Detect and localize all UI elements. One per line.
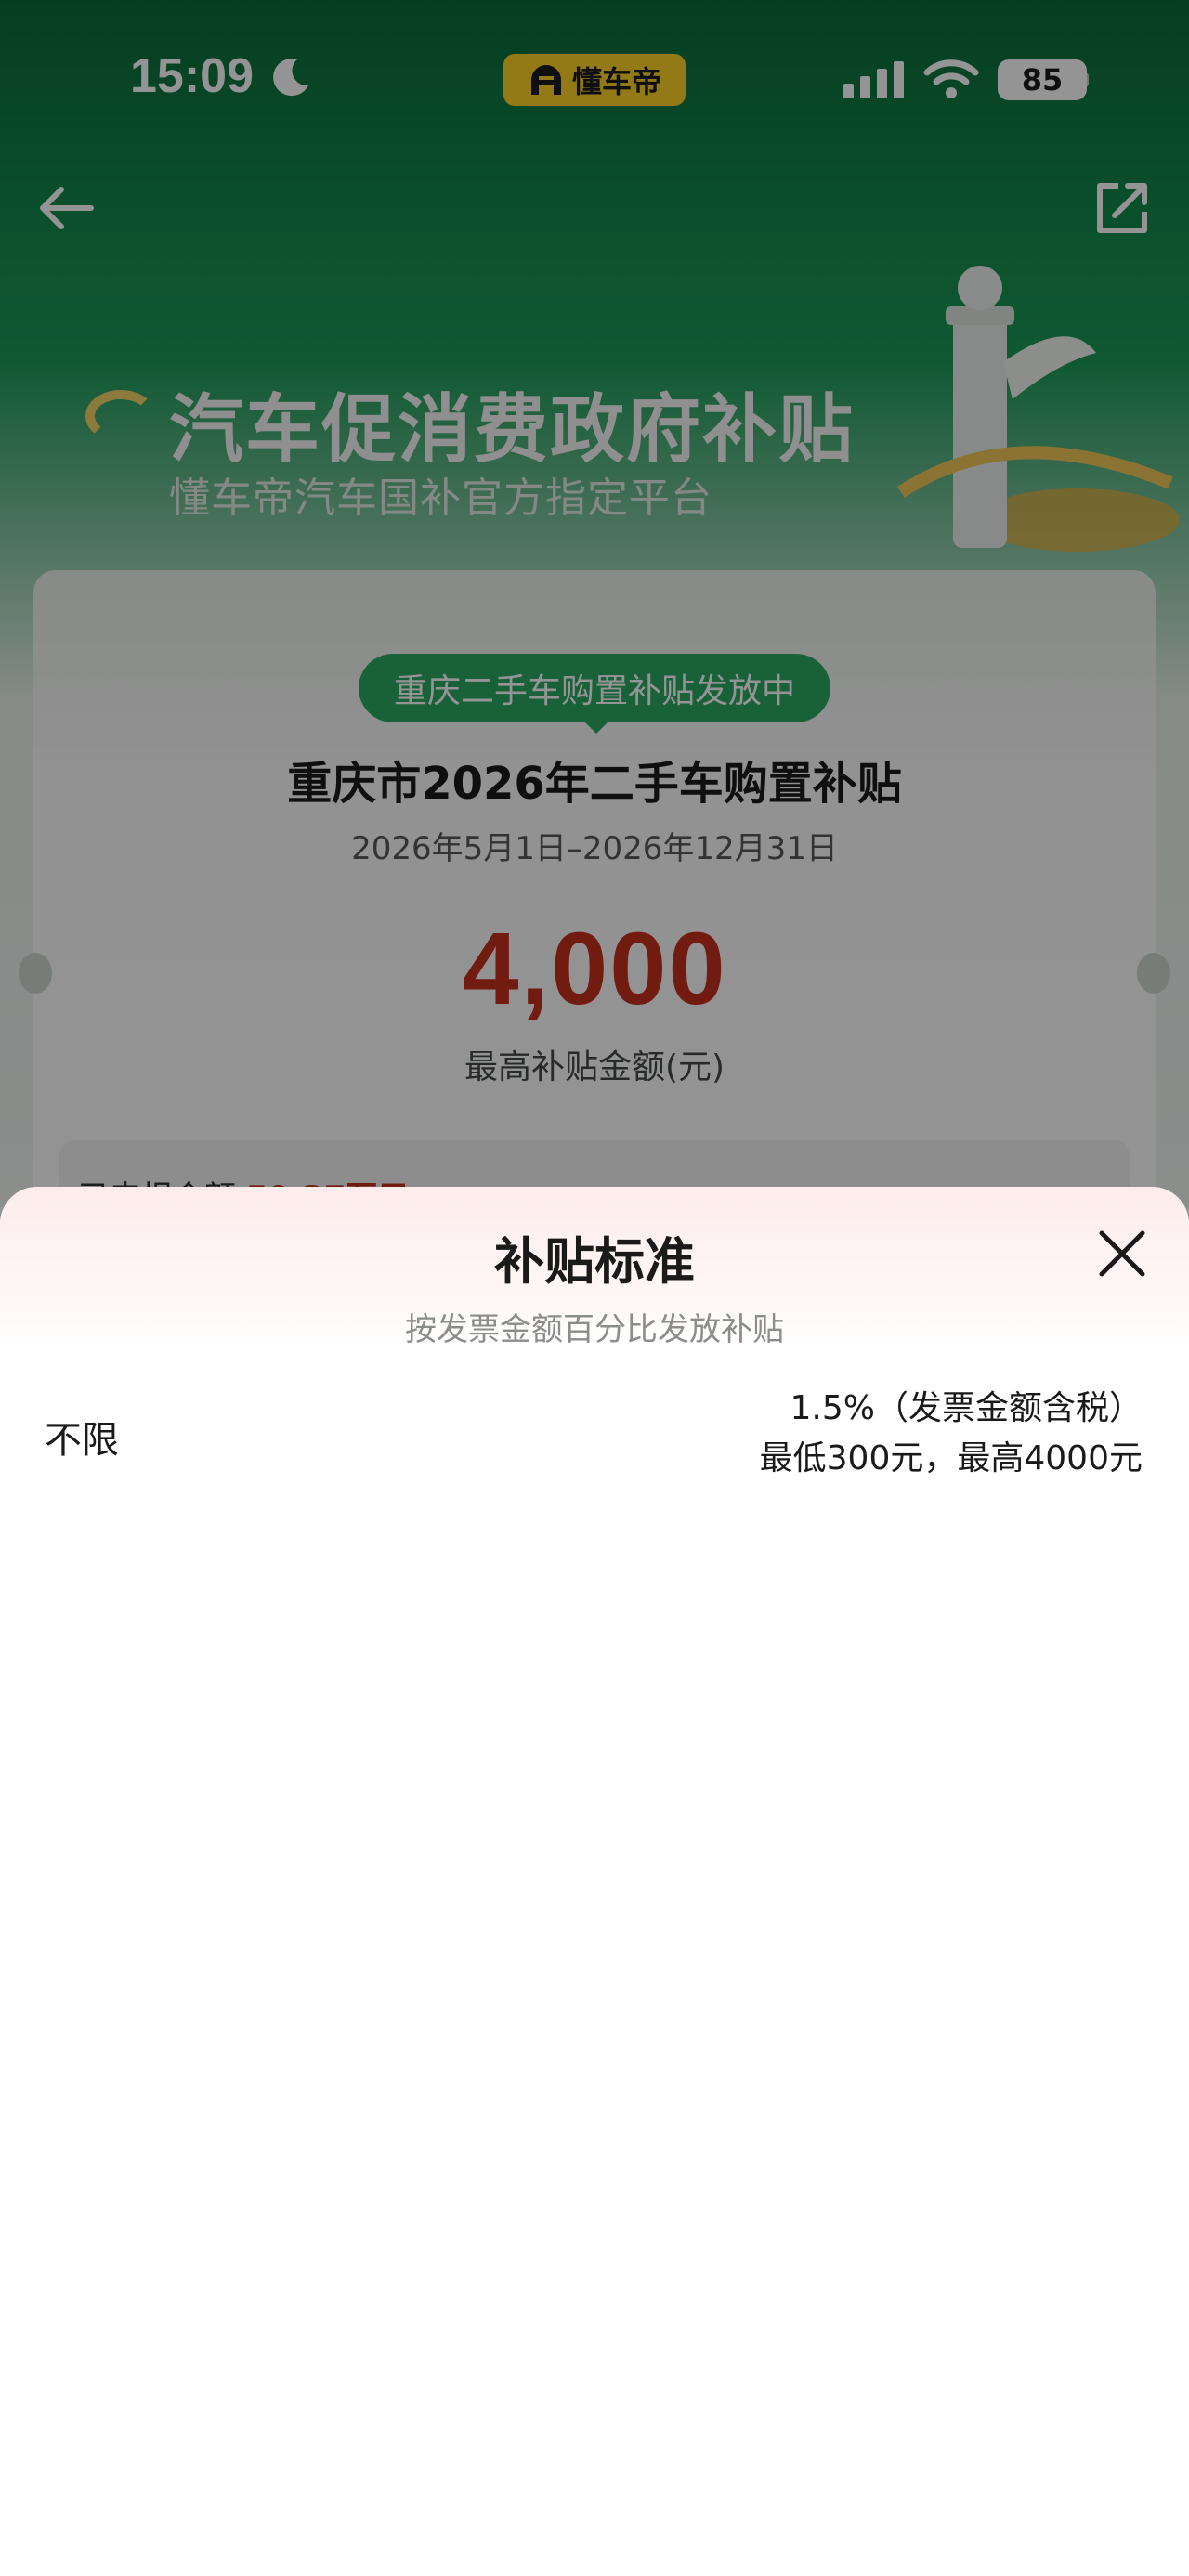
standard-row-range: 最低300元，最高4000元 <box>759 1439 1143 1477</box>
close-icon[interactable] <box>1096 1228 1148 1280</box>
page: 15:09 懂车帝 85 汽车促消费政府补贴 懂车帝汽车国补官方指定平台 重庆二… <box>0 0 1189 2576</box>
subsidy-standard-sheet: 补贴标准 按发票金额百分比发放补贴 不限 1.5%（发票金额含税） 最低300元… <box>0 1187 1189 2576</box>
sheet-subtitle: 按发票金额百分比发放补贴 <box>405 1311 784 1348</box>
standard-row-value: 1.5%（发票金额含税） 最低300元，最高4000元 <box>760 1384 1143 1484</box>
standard-row-label: 不限 <box>45 1419 119 1462</box>
sheet-title: 补贴标准 <box>494 1232 695 1291</box>
standard-row-rate: 1.5%（发票金额含税） <box>790 1389 1143 1427</box>
